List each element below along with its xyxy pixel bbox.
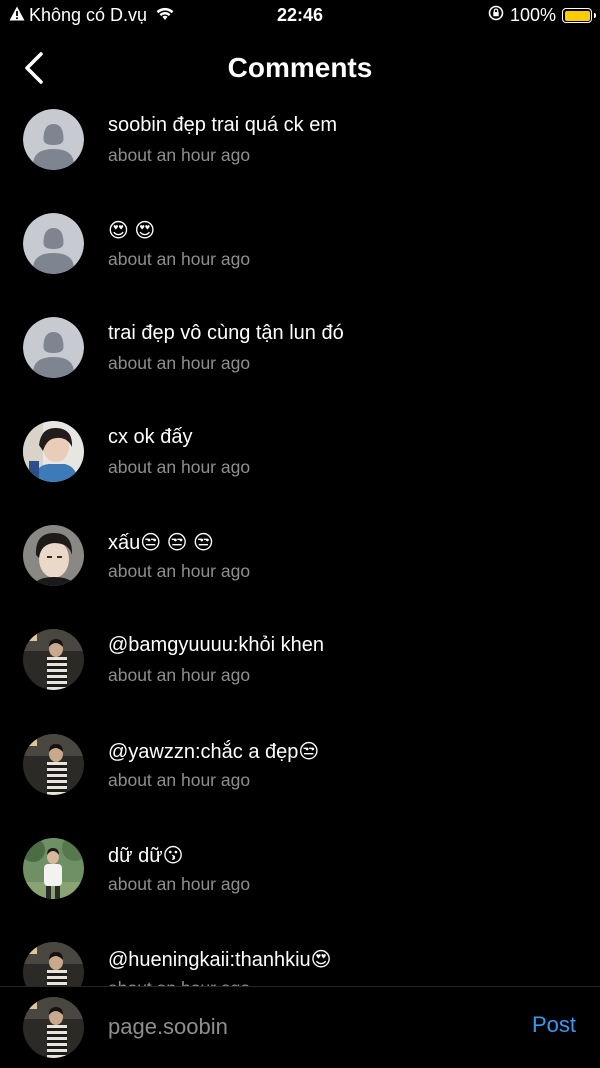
user-photo	[23, 997, 84, 1058]
avatar[interactable]	[23, 109, 84, 170]
comment-text: @bamgyuuuu:khỏi khen	[108, 634, 324, 656]
avatar[interactable]	[23, 838, 84, 899]
user-photo	[23, 629, 84, 690]
comment-text: @yawzzn:chắc a đẹp😒	[108, 741, 320, 763]
user-photo	[23, 838, 84, 899]
comment-timestamp: about an hour ago	[108, 978, 250, 986]
comment-timestamp: about an hour ago	[108, 665, 251, 685]
battery-fill	[564, 10, 590, 21]
user-photo	[23, 942, 84, 986]
comment-timestamp: about an hour ago	[108, 353, 251, 373]
comments-list[interactable]: soobin đẹp trai quá ck em about an hour a…	[0, 100, 600, 986]
avatar	[23, 997, 84, 1058]
default-avatar-icon	[23, 213, 84, 274]
user-photo	[23, 525, 84, 586]
battery-percent: 100%	[509, 5, 556, 25]
comment-item[interactable]: xấu😒 😒 😒 about an hour ago	[0, 516, 600, 620]
default-avatar-icon	[23, 317, 84, 378]
comment-item[interactable]: @hueningkaii:thanhkiu😍 about an hour ago	[0, 933, 600, 986]
comment-item[interactable]: @yawzzn:chắc a đẹp😒 about an hour ago	[0, 725, 600, 829]
comment-text: cx ok đấy	[108, 426, 193, 448]
avatar[interactable]	[23, 317, 84, 378]
avatar[interactable]	[23, 942, 84, 986]
comment-timestamp: about an hour ago	[108, 145, 251, 165]
comment-input[interactable]	[108, 1011, 488, 1043]
comment-text: 😍 😍	[108, 220, 156, 242]
comment-text: soobin đẹp trai quá ck em	[108, 114, 338, 136]
user-photo	[23, 421, 84, 482]
comment-item[interactable]: 😍 😍 about an hour ago	[0, 204, 600, 308]
comment-composer: Post	[0, 986, 600, 1068]
comment-timestamp: about an hour ago	[108, 561, 251, 581]
avatar[interactable]	[23, 525, 84, 586]
post-button[interactable]: Post	[532, 1012, 576, 1038]
comment-item[interactable]: dữ dữ😗 about an hour ago	[0, 829, 600, 933]
default-avatar-icon	[23, 109, 84, 170]
user-photo	[23, 734, 84, 795]
rotation-lock-icon	[488, 5, 504, 26]
nav-header: Comments	[0, 40, 600, 100]
avatar[interactable]	[23, 213, 84, 274]
comment-text: dữ dữ😗	[108, 845, 184, 867]
comment-timestamp: about an hour ago	[108, 249, 251, 269]
status-bar: Không có D.vụ 22:46 100%	[0, 0, 600, 30]
status-right: 100%	[488, 5, 596, 26]
comment-timestamp: about an hour ago	[108, 770, 251, 790]
avatar[interactable]	[23, 629, 84, 690]
avatar[interactable]	[23, 421, 84, 482]
comment-timestamp: about an hour ago	[108, 457, 251, 477]
comment-item[interactable]: trai đẹp vô cùng tận lun đó about an hour…	[0, 308, 600, 412]
comment-item[interactable]: soobin đẹp trai quá ck em about an hour a…	[0, 100, 600, 204]
comment-text: @hueningkaii:thanhkiu😍	[108, 949, 332, 971]
comment-item[interactable]: @bamgyuuuu:khỏi khen about an hour ago	[0, 620, 600, 724]
comment-text: trai đẹp vô cùng tận lun đó	[108, 322, 344, 344]
comment-item[interactable]: cx ok đấy about an hour ago	[0, 412, 600, 516]
avatar[interactable]	[23, 734, 84, 795]
battery-icon	[562, 8, 596, 23]
comment-text: xấu😒 😒 😒	[108, 532, 214, 554]
comment-timestamp: about an hour ago	[108, 874, 251, 894]
page-title: Comments	[227, 52, 373, 83]
